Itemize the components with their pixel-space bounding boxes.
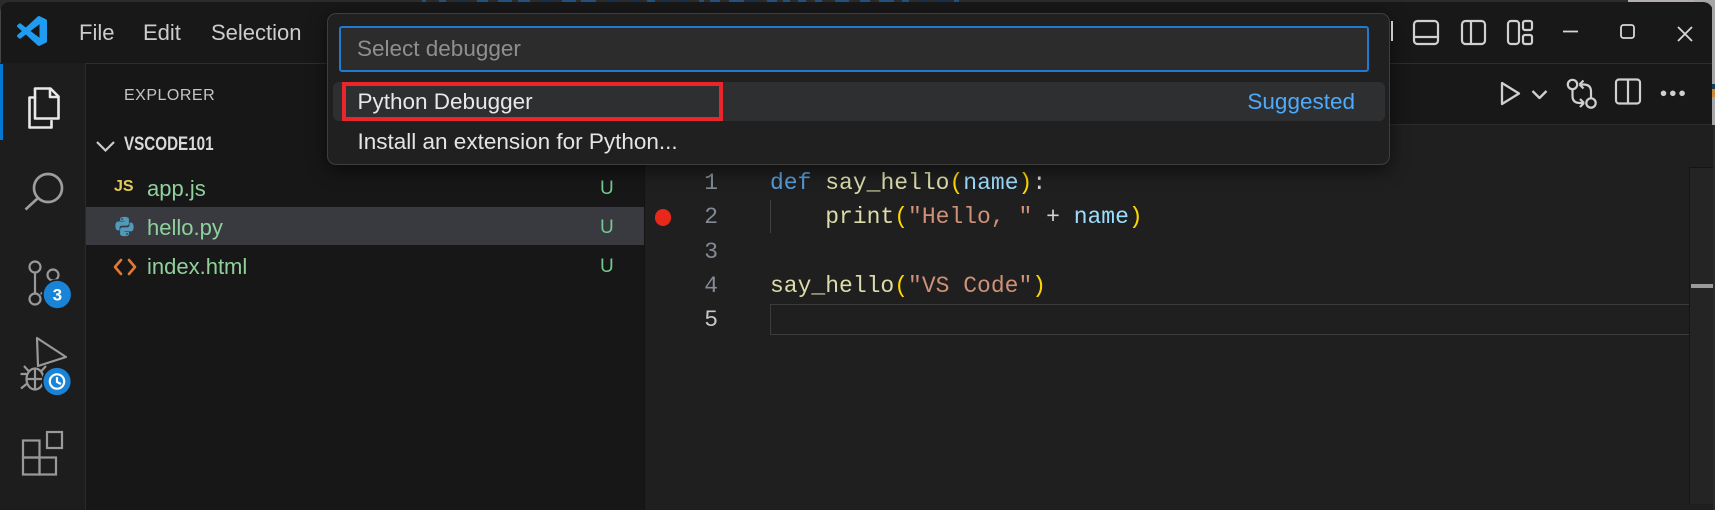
svg-text:3: 3 bbox=[53, 286, 62, 305]
